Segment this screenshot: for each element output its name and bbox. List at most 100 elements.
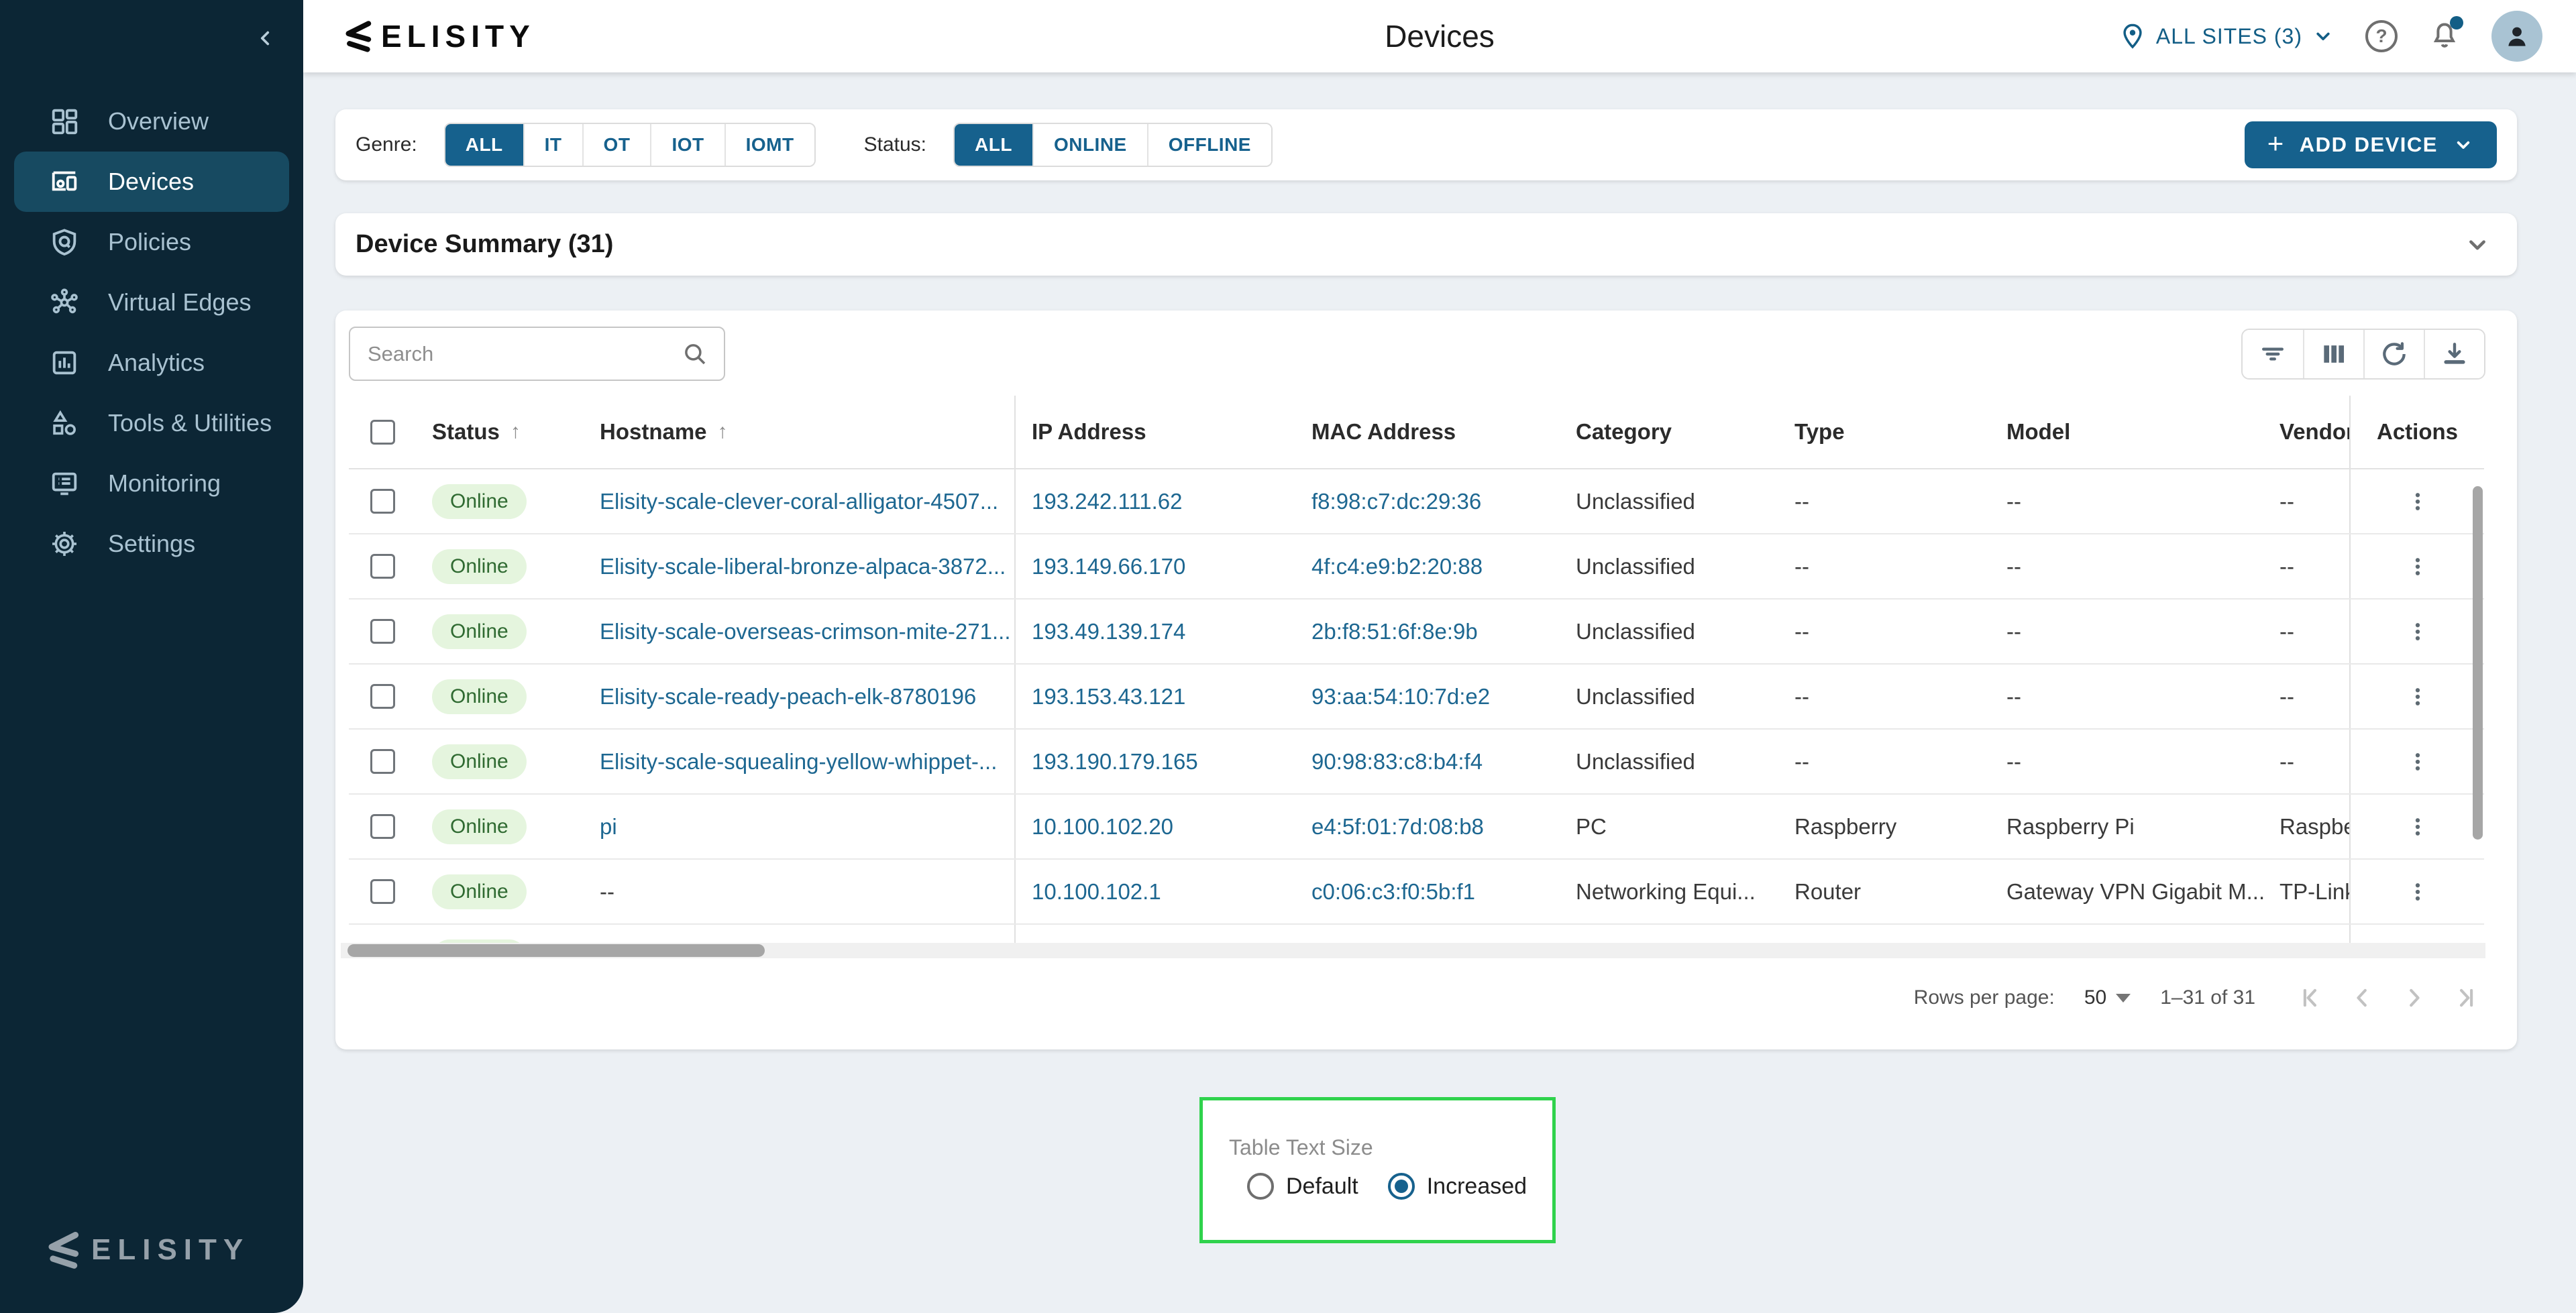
virtual-edges-icon (49, 285, 84, 320)
row-actions-menu[interactable] (2349, 795, 2484, 858)
sidebar-item-tools-utilities[interactable]: Tools & Utilities (0, 393, 303, 453)
kebab-icon[interactable] (2406, 620, 2430, 644)
site-selector[interactable]: ALL SITES (3) (2118, 22, 2334, 50)
mac-address-cell[interactable]: c0:06:c3:f0:5b:f1 (1295, 860, 1560, 923)
sidebar-collapse-icon[interactable] (254, 27, 276, 50)
row-actions-menu[interactable] (2349, 730, 2484, 793)
avatar[interactable] (2491, 11, 2542, 62)
row-checkbox[interactable] (349, 600, 416, 663)
row-actions-menu[interactable] (2349, 925, 2484, 943)
chevron-down-icon[interactable] (2463, 231, 2491, 259)
row-checkbox[interactable] (349, 665, 416, 728)
hostname-cell[interactable]: Elisity-scale-liberal-bronze-alpaca-3872… (584, 534, 1014, 598)
device-summary-panel[interactable]: Device Summary (31) (335, 213, 2517, 276)
refresh-icon[interactable] (2363, 330, 2424, 378)
pagination-range: 1–31 of 31 (2160, 986, 2255, 1009)
download-icon[interactable] (2424, 330, 2484, 378)
hostname-cell[interactable]: Elisity-scale-clever-coral-alligator-450… (584, 469, 1014, 533)
kebab-icon[interactable] (2406, 880, 2430, 904)
sidebar-item-devices[interactable]: Devices (14, 152, 289, 212)
first-page-icon[interactable] (2297, 985, 2322, 1011)
row-checkbox[interactable] (349, 925, 416, 943)
column-header-status[interactable]: Status↑ (416, 396, 584, 468)
add-device-button[interactable]: + ADD DEVICE (2245, 121, 2497, 168)
ip-address-cell[interactable]: 193.149.66.170 (1014, 534, 1295, 598)
location-pin-icon (2118, 22, 2147, 50)
row-actions-menu[interactable] (2349, 860, 2484, 923)
row-actions-menu[interactable] (2349, 534, 2484, 598)
column-header-ip[interactable]: IP Address (1014, 396, 1295, 468)
horizontal-scrollbar-thumb[interactable] (347, 944, 765, 957)
sidebar-item-policies[interactable]: Policies (0, 212, 303, 272)
mac-address-cell[interactable]: 2b:f8:51:6f:8e:9b (1295, 600, 1560, 663)
notifications-button[interactable] (2428, 20, 2461, 52)
kebab-icon[interactable] (2406, 685, 2430, 709)
last-page-icon[interactable] (2454, 985, 2479, 1011)
column-header-category[interactable]: Category (1560, 396, 1778, 468)
text-size-increased-option[interactable]: Increased (1388, 1173, 1527, 1200)
genre-iot-button[interactable]: IOT (650, 124, 724, 166)
status-online-button[interactable]: ONLINE (1032, 124, 1147, 166)
row-checkbox[interactable] (349, 860, 416, 923)
hostname-cell[interactable]: Elisity-scale-squealing-yellow-whippet-.… (584, 730, 1014, 793)
search-input[interactable] (350, 342, 681, 366)
row-checkbox[interactable] (349, 534, 416, 598)
ip-address-cell[interactable]: 193.190.179.165 (1014, 730, 1295, 793)
row-actions-menu[interactable] (2349, 469, 2484, 533)
column-header-mac[interactable]: MAC Address (1295, 396, 1560, 468)
radio-unselected-icon[interactable] (1247, 1173, 1274, 1200)
row-checkbox[interactable] (349, 469, 416, 533)
hostname-cell[interactable]: pi (584, 795, 1014, 858)
row-checkbox[interactable] (349, 795, 416, 858)
select-all-checkbox[interactable] (349, 396, 416, 468)
type-cell: -- (1778, 600, 1990, 663)
sidebar-item-label: Analytics (108, 349, 205, 377)
mac-address-cell[interactable]: 90:98:83:c8:b4:f4 (1295, 730, 1560, 793)
mac-address-cell[interactable]: e4:5f:01:7d:08:b8 (1295, 795, 1560, 858)
kebab-icon[interactable] (2406, 750, 2430, 774)
prev-page-icon[interactable] (2349, 985, 2375, 1011)
next-page-icon[interactable] (2402, 985, 2427, 1011)
radio-selected-icon[interactable] (1388, 1173, 1415, 1200)
ip-address-cell[interactable]: 193.242.111.62 (1014, 469, 1295, 533)
kebab-icon[interactable] (2406, 815, 2430, 839)
genre-ot-button[interactable]: OT (582, 124, 651, 166)
columns-icon[interactable] (2303, 330, 2363, 378)
hostname-cell[interactable]: Elisity-scale-overseas-crimson-mite-271.… (584, 600, 1014, 663)
help-icon[interactable]: ? (2365, 20, 2398, 52)
column-header-type[interactable]: Type (1778, 396, 1990, 468)
mac-address-cell[interactable]: f8:98:c7:dc:29:36 (1295, 469, 1560, 533)
kebab-icon[interactable] (2406, 555, 2430, 579)
ip-address-cell[interactable]: 193.153.43.121 (1014, 665, 1295, 728)
kebab-icon[interactable] (2406, 490, 2430, 514)
genre-iomt-button[interactable]: IOMT (724, 124, 814, 166)
genre-all-button[interactable]: ALL (445, 124, 523, 166)
ip-address-cell[interactable]: 10.100.102.20 (1014, 795, 1295, 858)
genre-it-button[interactable]: IT (523, 124, 582, 166)
sidebar-item-overview[interactable]: Overview (0, 91, 303, 152)
status-offline-button[interactable]: OFFLINE (1147, 124, 1271, 166)
sidebar-item-virtual-edges[interactable]: Virtual Edges (0, 272, 303, 333)
row-checkbox[interactable] (349, 730, 416, 793)
analytics-icon (49, 345, 84, 380)
column-header-model[interactable]: Model (1990, 396, 2269, 468)
column-header-vendor[interactable]: Vendor (2269, 396, 2349, 468)
horizontal-scrollbar[interactable] (341, 943, 2485, 958)
rows-per-page-select[interactable]: 50 (2084, 986, 2131, 1009)
mac-address-cell[interactable]: 93:aa:54:10:7d:e2 (1295, 665, 1560, 728)
column-header-hostname[interactable]: Hostname↑ (584, 396, 1014, 468)
ip-address-cell[interactable]: 193.49.139.174 (1014, 600, 1295, 663)
sidebar-item-monitoring[interactable]: Monitoring (0, 453, 303, 514)
text-size-default-option[interactable]: Default (1247, 1173, 1358, 1200)
hostname-cell[interactable]: Elisity-scale-ready-peach-elk-8780196 (584, 665, 1014, 728)
mac-address-cell[interactable]: 4f:c4:e9:b2:20:88 (1295, 534, 1560, 598)
filter-icon[interactable] (2243, 330, 2303, 378)
ip-address-cell[interactable]: 10.100.102.1 (1014, 860, 1295, 923)
sidebar-item-analytics[interactable]: Analytics (0, 333, 303, 393)
status-all-button[interactable]: ALL (955, 124, 1032, 166)
search-icon[interactable] (681, 340, 709, 368)
row-actions-menu[interactable] (2349, 600, 2484, 663)
vertical-scrollbar[interactable] (2473, 486, 2483, 840)
sidebar-item-settings[interactable]: Settings (0, 514, 303, 574)
row-actions-menu[interactable] (2349, 665, 2484, 728)
